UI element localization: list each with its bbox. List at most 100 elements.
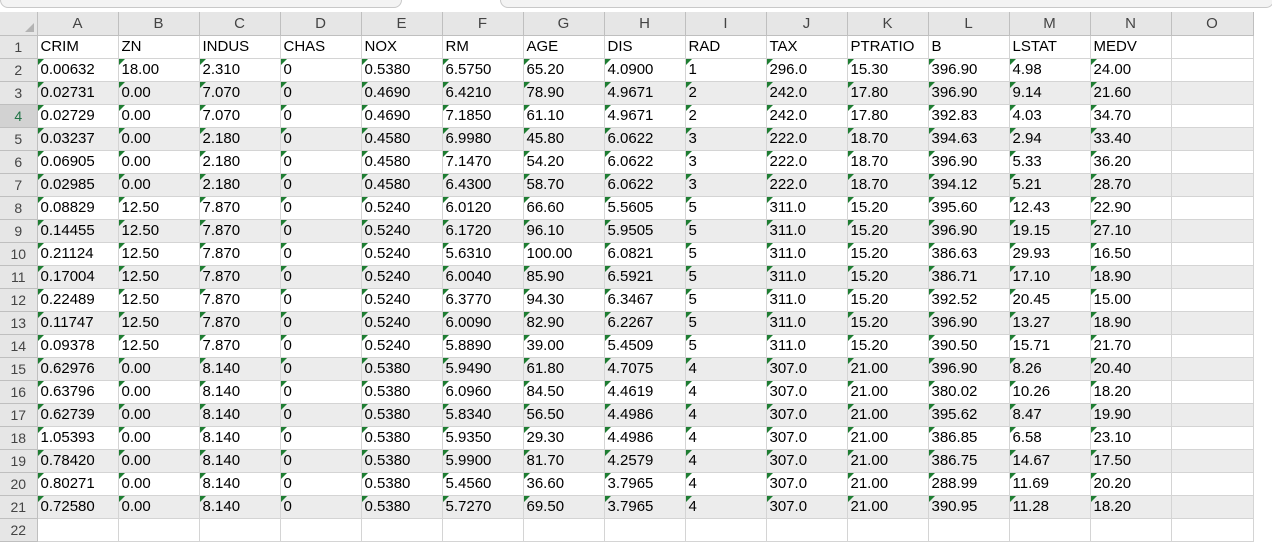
cell-l4[interactable]: 392.83 bbox=[928, 104, 1010, 128]
row-header-21[interactable]: 21 bbox=[0, 495, 38, 519]
cell-m10[interactable]: 29.93 bbox=[1009, 242, 1091, 266]
cell-j6[interactable]: 222.0 bbox=[766, 150, 848, 174]
cell-d15[interactable]: 0 bbox=[280, 357, 362, 381]
cell-o8[interactable] bbox=[1171, 196, 1254, 220]
cell-c19[interactable]: 8.140 bbox=[199, 449, 281, 473]
cell-e19[interactable]: 0.5380 bbox=[361, 449, 443, 473]
cell-f3[interactable]: 6.4210 bbox=[442, 81, 524, 105]
cell-d19[interactable]: 0 bbox=[280, 449, 362, 473]
row-header-2[interactable]: 2 bbox=[0, 58, 38, 82]
cell-c15[interactable]: 8.140 bbox=[199, 357, 281, 381]
cell-m12[interactable]: 20.45 bbox=[1009, 288, 1091, 312]
cell-i12[interactable]: 5 bbox=[685, 288, 767, 312]
cell-k15[interactable]: 21.00 bbox=[847, 357, 929, 381]
cell-j15[interactable]: 307.0 bbox=[766, 357, 848, 381]
cell-n1[interactable]: MEDV bbox=[1090, 35, 1172, 59]
cell-o22[interactable] bbox=[1171, 518, 1254, 542]
cell-d6[interactable]: 0 bbox=[280, 150, 362, 174]
cell-k9[interactable]: 15.20 bbox=[847, 219, 929, 243]
cell-c1[interactable]: INDUS bbox=[199, 35, 281, 59]
cell-k4[interactable]: 17.80 bbox=[847, 104, 929, 128]
column-header-m[interactable]: M bbox=[1009, 12, 1091, 36]
cell-b16[interactable]: 0.00 bbox=[118, 380, 200, 404]
cell-h6[interactable]: 6.0622 bbox=[604, 150, 686, 174]
cell-j14[interactable]: 311.0 bbox=[766, 334, 848, 358]
cell-b4[interactable]: 0.00 bbox=[118, 104, 200, 128]
cell-i20[interactable]: 4 bbox=[685, 472, 767, 496]
cell-j1[interactable]: TAX bbox=[766, 35, 848, 59]
cell-e12[interactable]: 0.5240 bbox=[361, 288, 443, 312]
cell-b19[interactable]: 0.00 bbox=[118, 449, 200, 473]
cell-i9[interactable]: 5 bbox=[685, 219, 767, 243]
cell-m6[interactable]: 5.33 bbox=[1009, 150, 1091, 174]
cell-b9[interactable]: 12.50 bbox=[118, 219, 200, 243]
cell-o20[interactable] bbox=[1171, 472, 1254, 496]
cell-e14[interactable]: 0.5240 bbox=[361, 334, 443, 358]
cell-m7[interactable]: 5.21 bbox=[1009, 173, 1091, 197]
cell-e22[interactable] bbox=[361, 518, 443, 542]
cell-b5[interactable]: 0.00 bbox=[118, 127, 200, 151]
cell-a5[interactable]: 0.03237 bbox=[37, 127, 119, 151]
cell-f21[interactable]: 5.7270 bbox=[442, 495, 524, 519]
cell-d11[interactable]: 0 bbox=[280, 265, 362, 289]
cell-a21[interactable]: 0.72580 bbox=[37, 495, 119, 519]
cell-g11[interactable]: 85.90 bbox=[523, 265, 605, 289]
cell-k18[interactable]: 21.00 bbox=[847, 426, 929, 450]
cell-m3[interactable]: 9.14 bbox=[1009, 81, 1091, 105]
cell-o19[interactable] bbox=[1171, 449, 1254, 473]
row-header-5[interactable]: 5 bbox=[0, 127, 38, 151]
cell-b22[interactable] bbox=[118, 518, 200, 542]
cell-c17[interactable]: 8.140 bbox=[199, 403, 281, 427]
cell-g12[interactable]: 94.30 bbox=[523, 288, 605, 312]
cell-f1[interactable]: RM bbox=[442, 35, 524, 59]
cell-f17[interactable]: 5.8340 bbox=[442, 403, 524, 427]
cell-e18[interactable]: 0.5380 bbox=[361, 426, 443, 450]
column-header-n[interactable]: N bbox=[1090, 12, 1172, 36]
cell-b6[interactable]: 0.00 bbox=[118, 150, 200, 174]
select-all-icon[interactable] bbox=[0, 12, 38, 36]
cell-o11[interactable] bbox=[1171, 265, 1254, 289]
cell-a19[interactable]: 0.78420 bbox=[37, 449, 119, 473]
cell-f19[interactable]: 5.9900 bbox=[442, 449, 524, 473]
cell-i21[interactable]: 4 bbox=[685, 495, 767, 519]
cell-f13[interactable]: 6.0090 bbox=[442, 311, 524, 335]
cell-h16[interactable]: 4.4619 bbox=[604, 380, 686, 404]
cell-k6[interactable]: 18.70 bbox=[847, 150, 929, 174]
cell-g4[interactable]: 61.10 bbox=[523, 104, 605, 128]
cell-a10[interactable]: 0.21124 bbox=[37, 242, 119, 266]
cell-f15[interactable]: 5.9490 bbox=[442, 357, 524, 381]
cell-j20[interactable]: 307.0 bbox=[766, 472, 848, 496]
cell-j5[interactable]: 222.0 bbox=[766, 127, 848, 151]
cell-i10[interactable]: 5 bbox=[685, 242, 767, 266]
cell-l7[interactable]: 394.12 bbox=[928, 173, 1010, 197]
cell-j11[interactable]: 311.0 bbox=[766, 265, 848, 289]
cell-o4[interactable] bbox=[1171, 104, 1254, 128]
cell-h2[interactable]: 4.0900 bbox=[604, 58, 686, 82]
cell-m21[interactable]: 11.28 bbox=[1009, 495, 1091, 519]
cell-k3[interactable]: 17.80 bbox=[847, 81, 929, 105]
cell-f20[interactable]: 5.4560 bbox=[442, 472, 524, 496]
cell-k16[interactable]: 21.00 bbox=[847, 380, 929, 404]
cell-i19[interactable]: 4 bbox=[685, 449, 767, 473]
cell-a18[interactable]: 1.05393 bbox=[37, 426, 119, 450]
column-header-c[interactable]: C bbox=[199, 12, 281, 36]
cell-a22[interactable] bbox=[37, 518, 119, 542]
cell-o3[interactable] bbox=[1171, 81, 1254, 105]
cell-i1[interactable]: RAD bbox=[685, 35, 767, 59]
cell-d21[interactable]: 0 bbox=[280, 495, 362, 519]
cell-f16[interactable]: 6.0960 bbox=[442, 380, 524, 404]
cell-o18[interactable] bbox=[1171, 426, 1254, 450]
column-header-h[interactable]: H bbox=[604, 12, 686, 36]
cell-m8[interactable]: 12.43 bbox=[1009, 196, 1091, 220]
cell-f4[interactable]: 7.1850 bbox=[442, 104, 524, 128]
row-header-3[interactable]: 3 bbox=[0, 81, 38, 105]
row-header-16[interactable]: 16 bbox=[0, 380, 38, 404]
row-header-8[interactable]: 8 bbox=[0, 196, 38, 220]
cell-g13[interactable]: 82.90 bbox=[523, 311, 605, 335]
cell-f6[interactable]: 7.1470 bbox=[442, 150, 524, 174]
cell-m17[interactable]: 8.47 bbox=[1009, 403, 1091, 427]
cell-b18[interactable]: 0.00 bbox=[118, 426, 200, 450]
cell-i2[interactable]: 1 bbox=[685, 58, 767, 82]
cell-n12[interactable]: 15.00 bbox=[1090, 288, 1172, 312]
cell-j10[interactable]: 311.0 bbox=[766, 242, 848, 266]
